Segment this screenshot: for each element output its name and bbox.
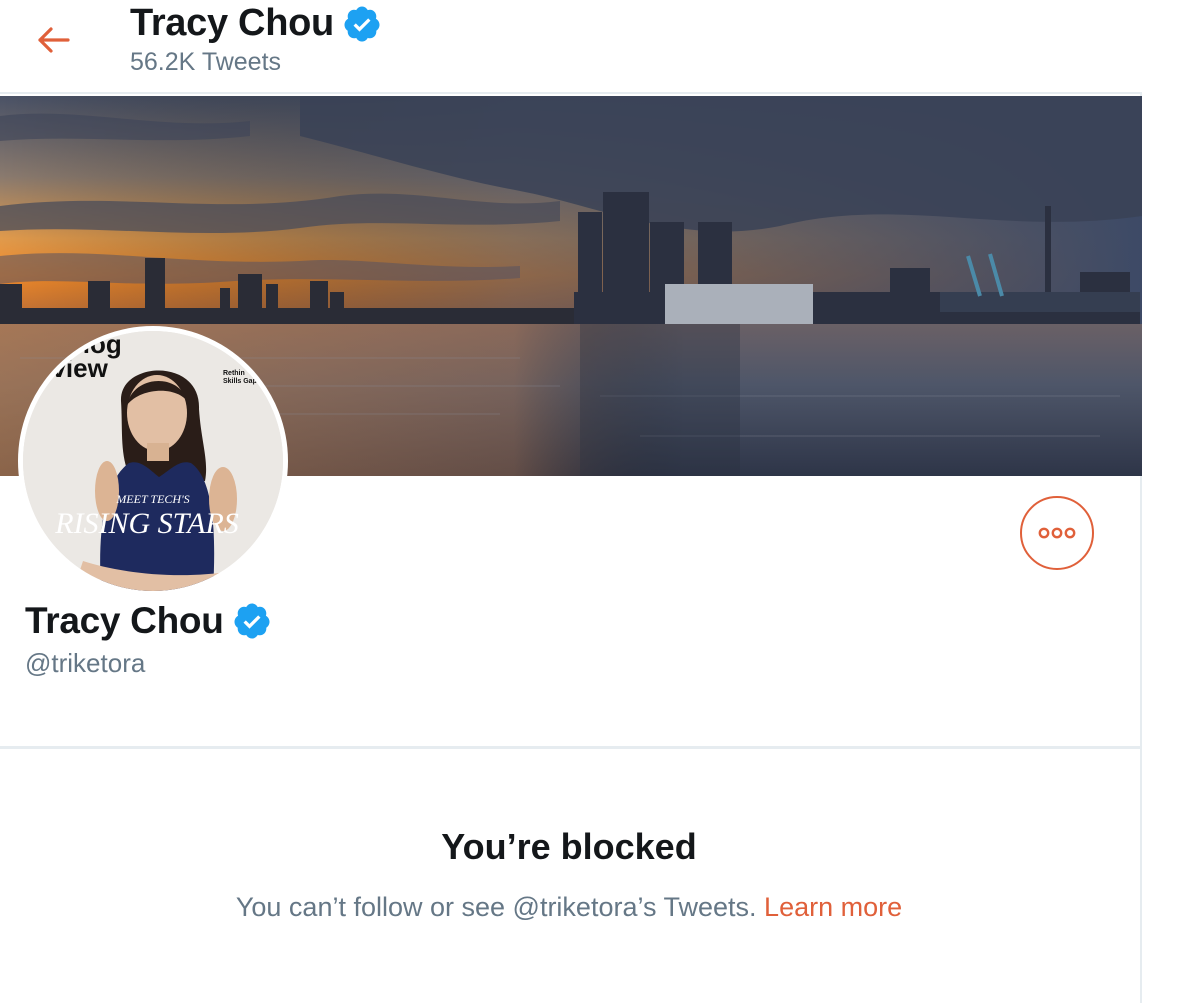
verified-badge-icon	[344, 6, 380, 41]
section-divider	[0, 746, 1142, 749]
tweet-count: 56.2K Tweets	[130, 48, 282, 76]
more-options-button[interactable]	[1020, 496, 1094, 570]
avatar-cover-big: RISING STARS	[54, 507, 239, 540]
avatar-side-2: Skills Gap	[223, 378, 257, 385]
avatar-image: nolog eview Rethin Skills Gap MEET TECH'…	[23, 331, 283, 591]
profile-name: Tracy Chou	[25, 600, 224, 641]
profile-header: Tracy Chou 56.2K Tweets	[0, 0, 1142, 94]
profile-name-row: Tracy Chou	[25, 600, 272, 642]
learn-more-link[interactable]: Learn more	[764, 892, 902, 922]
header-name: Tracy Chou	[130, 2, 334, 44]
back-button[interactable]	[24, 18, 84, 62]
avatar-side-1: Rethin	[223, 370, 245, 377]
arrow-left-icon	[38, 27, 70, 53]
profile-column: Tracy Chou 56.2K Tweets nolog eview Reth…	[0, 0, 1142, 1003]
avatar-cover-small: MEET TECH'S	[115, 492, 189, 506]
blocked-title: You’re blocked	[441, 826, 697, 867]
verified-badge-icon	[234, 603, 269, 639]
blocked-message: You can’t follow or see @triketora’s Twe…	[235, 892, 765, 922]
avatar[interactable]: nolog eview Rethin Skills Gap MEET TECH'…	[18, 326, 288, 596]
header-title: Tracy Chou	[130, 2, 382, 45]
profile-handle: @triketora	[25, 648, 146, 678]
more-icon	[1038, 527, 1076, 539]
blocked-message-row: You can’t follow or see @triketora’s Twe…	[0, 892, 1138, 923]
